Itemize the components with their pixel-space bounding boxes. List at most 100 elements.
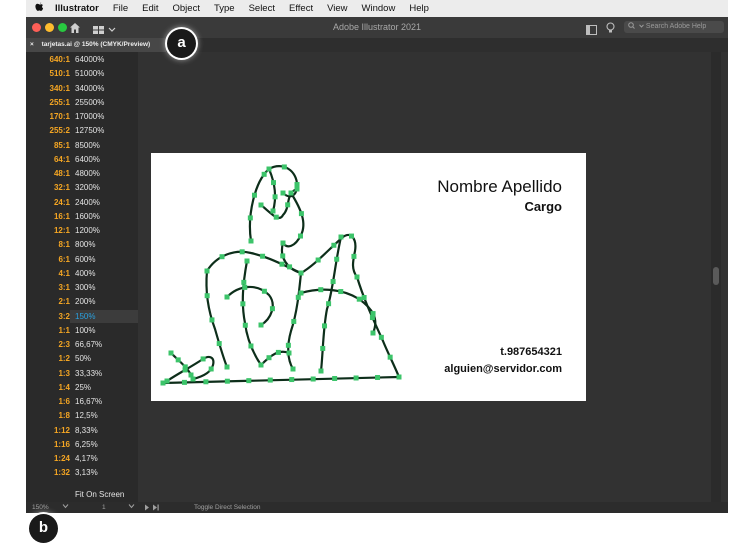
anchor-point[interactable] — [204, 268, 210, 274]
anchor-point[interactable] — [354, 274, 360, 280]
anchor-point[interactable] — [272, 194, 278, 200]
anchor-point[interactable] — [266, 166, 272, 172]
zoom-level-item[interactable]: 12,5% — [75, 411, 98, 420]
anchor-point[interactable] — [216, 341, 222, 347]
anchor-point[interactable] — [294, 182, 300, 188]
vertical-scroll-thumb[interactable] — [713, 267, 719, 285]
menu-app[interactable]: Illustrator — [55, 3, 99, 14]
zoom-level-item[interactable]: 300% — [75, 283, 95, 292]
zoom-level-item[interactable]: 33,33% — [75, 369, 102, 378]
menu-help[interactable]: Help — [409, 3, 429, 14]
anchor-point[interactable] — [375, 374, 381, 380]
anchor-point[interactable] — [351, 253, 357, 259]
zoom-level-item[interactable]: 100% — [75, 326, 95, 335]
artboard-number-field[interactable]: 1 — [102, 504, 106, 511]
anchor-point[interactable] — [294, 186, 300, 192]
anchor-point[interactable] — [208, 366, 214, 372]
anchor-point[interactable] — [332, 375, 338, 381]
anchor-point[interactable] — [219, 254, 225, 260]
anchor-point[interactable] — [258, 362, 264, 368]
anchor-point[interactable] — [224, 294, 230, 300]
anchor-point[interactable] — [330, 279, 336, 285]
anchor-point[interactable] — [370, 330, 376, 336]
menu-window[interactable]: Window — [362, 3, 396, 14]
anchor-point[interactable] — [353, 375, 359, 381]
anchor-point[interactable] — [246, 378, 252, 384]
selected-artwork-paths[interactable] — [151, 153, 411, 401]
anchor-point[interactable] — [349, 233, 355, 239]
anchor-point[interactable] — [160, 380, 166, 386]
card-name[interactable]: Nombre Apellido — [437, 177, 562, 197]
anchor-point[interactable] — [269, 306, 275, 312]
anchor-point[interactable] — [242, 322, 248, 328]
anchor-point[interactable] — [203, 379, 209, 385]
anchor-point[interactable] — [188, 372, 194, 378]
anchor-point[interactable] — [387, 354, 393, 360]
anchor-point[interactable] — [298, 290, 304, 296]
anchor-point[interactable] — [261, 171, 267, 177]
card-role[interactable]: Cargo — [524, 199, 562, 214]
anchor-point[interactable] — [326, 301, 332, 307]
artboard[interactable]: Nombre Apellido Cargo t.987654321 alguie… — [151, 153, 586, 401]
anchor-point[interactable] — [295, 294, 301, 300]
zoom-level-item[interactable]: 66,67% — [75, 340, 102, 349]
anchor-point[interactable] — [279, 261, 285, 267]
zoom-level-item[interactable]: 17000% — [75, 112, 104, 121]
zoom-level-item[interactable]: 4800% — [75, 169, 100, 178]
zoom-level-item[interactable]: 1600% — [75, 212, 100, 221]
zoom-level-item[interactable]: 1200% — [75, 226, 100, 235]
anchor-point[interactable] — [224, 364, 230, 370]
menu-select[interactable]: Select — [249, 3, 275, 14]
anchor-point[interactable] — [356, 296, 362, 302]
zoom-level-item[interactable]: 4,17% — [75, 454, 98, 463]
anchor-point[interactable] — [370, 311, 376, 317]
anchor-point[interactable] — [285, 202, 291, 208]
anchor-point[interactable] — [320, 345, 326, 351]
anchor-point[interactable] — [281, 164, 287, 170]
search-input[interactable]: Search Adobe Help — [624, 21, 724, 33]
zoom-level-item[interactable]: 25500% — [75, 98, 104, 107]
close-tab-icon[interactable]: × — [30, 41, 34, 48]
anchor-point[interactable] — [291, 318, 297, 324]
zoom-level-item[interactable]: 64000% — [75, 55, 104, 64]
anchor-point[interactable] — [331, 242, 337, 248]
anchor-point[interactable] — [280, 190, 286, 196]
zoom-level-item[interactable]: 34000% — [75, 84, 104, 93]
menu-type[interactable]: Type — [214, 3, 235, 14]
anchor-point[interactable] — [266, 355, 272, 361]
anchor-point[interactable] — [310, 376, 316, 382]
document-tab[interactable]: × tarjetas.ai @ 150% (CMYK/Preview) — [26, 38, 166, 52]
fit-on-screen-item[interactable]: Fit On Screen — [75, 490, 124, 499]
anchor-point[interactable] — [286, 350, 292, 356]
anchor-point[interactable] — [258, 202, 264, 208]
zoom-level-item[interactable]: 800% — [75, 240, 95, 249]
anchor-point[interactable] — [247, 215, 253, 221]
anchor-point[interactable] — [318, 368, 324, 374]
anchor-point[interactable] — [242, 284, 248, 290]
anchor-point[interactable] — [258, 322, 264, 328]
anchor-point[interactable] — [322, 323, 328, 329]
zoom-level-item[interactable]: 3,13% — [75, 468, 98, 477]
anchor-point[interactable] — [298, 211, 304, 217]
menu-view[interactable]: View — [327, 3, 347, 14]
anchor-point[interactable] — [290, 366, 296, 372]
anchor-point[interactable] — [338, 234, 344, 240]
anchor-point[interactable] — [298, 270, 304, 276]
anchor-point[interactable] — [224, 378, 230, 384]
anchor-point[interactable] — [289, 377, 295, 383]
anchor-point[interactable] — [361, 295, 367, 301]
menu-effect[interactable]: Effect — [289, 3, 313, 14]
anchor-point[interactable] — [267, 377, 273, 383]
anchor-point[interactable] — [241, 279, 247, 285]
menu-file[interactable]: File — [113, 3, 128, 14]
anchor-point[interactable] — [271, 180, 277, 186]
anchor-point[interactable] — [260, 253, 266, 259]
lightbulb-icon[interactable] — [606, 21, 615, 39]
vertical-scrollbar[interactable] — [711, 52, 721, 502]
anchor-point[interactable] — [175, 357, 181, 363]
artboard-dropdown-icon[interactable] — [128, 503, 135, 511]
zoom-level-item[interactable]: 51000% — [75, 69, 104, 78]
anchor-point[interactable] — [288, 190, 294, 196]
zoom-dropdown-icon[interactable] — [62, 503, 69, 511]
zoom-level-item[interactable]: 25% — [75, 383, 91, 392]
